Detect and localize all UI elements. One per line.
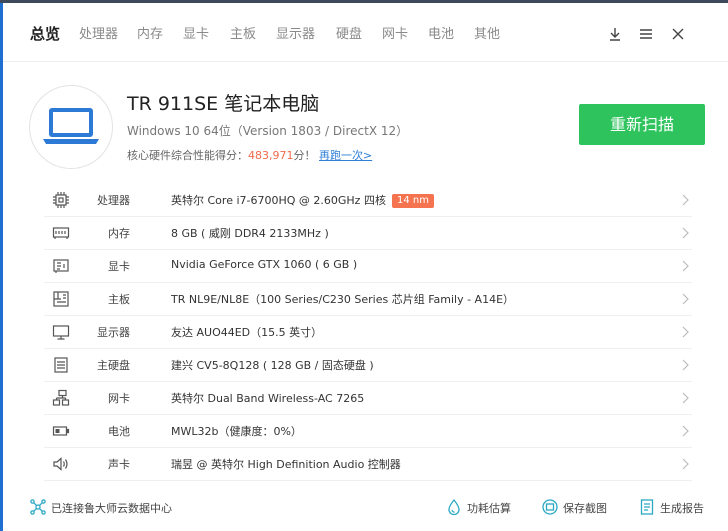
hardware-value: 瑞昱 @ 英特尔 High Definition Audio 控制器 [171,458,401,471]
score-value: 483,971 [248,149,294,162]
laptop-icon [43,108,99,144]
hardware-row-gpu[interactable]: 显卡 Nvidia GeForce GTX 1060 ( 6 GB ) [44,250,692,283]
score-prefix: 核心硬件综合性能得分： [127,149,248,162]
device-title: TR 911SE 笔记本电脑 [127,93,320,115]
monitor-icon [52,323,70,341]
tab-monitor[interactable]: 显示器 [276,25,315,45]
chevron-right-icon [682,260,689,272]
network-icon [52,389,70,407]
battery-icon [52,422,70,440]
hardware-row-battery[interactable]: 电池 MWL32b（健康度：0%） [44,415,692,448]
laptop-avatar [29,85,113,169]
tab-other[interactable]: 其他 [474,25,500,45]
chevron-right-icon [682,227,689,239]
hardware-value: 8 GB ( 威刚 DDR4 2133MHz ) [171,227,329,240]
water-drop-icon [448,498,460,516]
motherboard-icon [52,290,70,308]
hardware-value: 英特尔 Core i7-6700HQ @ 2.60GHz 四核 14 nm [171,192,434,208]
tab-motherboard[interactable]: 主板 [230,25,256,45]
gpu-icon [52,257,70,275]
chevron-right-icon [682,458,689,470]
hardware-row-monitor[interactable]: 显示器 友达 AUO44ED（15.5 英寸） [44,316,692,349]
cpu-value: 英特尔 Core i7-6700HQ @ 2.60GHz 四核 [171,194,386,207]
generate-report-label: 生成报告 [660,502,704,515]
hardware-label: 处理器 [97,194,130,207]
tab-overview[interactable]: 总览 [30,24,60,44]
score-line: 核心硬件综合性能得分：483,971分！ 再跑一次> [127,147,372,163]
hardware-value: TR NL9E/NL8E（100 Series/C230 Series 芯片组 … [171,293,515,306]
tab-cpu[interactable]: 处理器 [79,25,118,45]
tab-network[interactable]: 网卡 [382,25,408,45]
close-icon[interactable] [669,25,687,43]
retest-link[interactable]: 再跑一次> [319,149,372,162]
chevron-right-icon [682,359,689,371]
chevron-right-icon [682,194,689,206]
chevron-right-icon [682,293,689,305]
hardware-list: 处理器 英特尔 Core i7-6700HQ @ 2.60GHz 四核 14 nm… [44,184,692,481]
hardware-row-cpu[interactable]: 处理器 英特尔 Core i7-6700HQ @ 2.60GHz 四核 14 nm [44,184,692,217]
chevron-right-icon [682,392,689,404]
app-window: 总览 处理器 内存 显卡 主板 显示器 硬盘 网卡 电池 其他 TR 911SE… [3,3,728,531]
generate-report-button[interactable]: 生成报告 [638,497,718,517]
speaker-icon [52,455,70,473]
os-info: Windows 10 64位（Version 1803 / DirectX 12… [127,124,409,138]
screenshot-icon [542,499,558,515]
tab-gpu[interactable]: 显卡 [183,25,209,45]
tab-harddisk[interactable]: 硬盘 [336,25,362,45]
hardware-label: 内存 [108,227,130,240]
cloud-status-label: 已连接鲁大师云数据中心 [51,502,172,515]
cloud-status[interactable]: 已连接鲁大师云数据中心 [29,497,199,517]
hardware-label: 声卡 [108,458,130,471]
hardware-row-motherboard[interactable]: 主板 TR NL9E/NL8E（100 Series/C230 Series 芯… [44,283,692,316]
download-icon[interactable] [606,25,624,43]
hardware-row-memory[interactable]: 内存 8 GB ( 威刚 DDR4 2133MHz ) [44,217,692,250]
hardware-row-harddisk[interactable]: 主硬盘 建兴 CV5-8Q128 ( 128 GB / 固态硬盘 ) [44,349,692,382]
hardware-label: 网卡 [108,392,130,405]
hardware-value: MWL32b（健康度：0%） [171,425,302,438]
rescan-button[interactable]: 重新扫描 [579,104,705,145]
footer-bar: 已连接鲁大师云数据中心 功耗估算 保存截图 生成报告 [3,483,728,531]
hardware-label: 主硬盘 [97,359,130,372]
save-screenshot-button[interactable]: 保存截图 [541,497,621,517]
tab-battery[interactable]: 电池 [428,25,454,45]
hardware-label: 电池 [108,425,130,438]
menu-icon[interactable] [637,25,655,43]
hardware-value: Nvidia GeForce GTX 1060 ( 6 GB ) [171,258,358,271]
chevron-right-icon [682,326,689,338]
hardware-label: 主板 [108,293,130,306]
report-icon [640,499,654,515]
hardware-value: 英特尔 Dual Band Wireless-AC 7265 [171,392,365,405]
hardware-label: 显卡 [108,260,130,273]
cloud-link-icon [30,499,46,515]
process-badge: 14 nm [391,194,434,208]
harddisk-icon [52,356,70,374]
hardware-label: 显示器 [97,326,130,339]
hardware-value: 建兴 CV5-8Q128 ( 128 GB / 固态硬盘 ) [171,359,374,372]
hardware-value: 友达 AUO44ED（15.5 英寸） [171,326,323,339]
power-estimate-button[interactable]: 功耗估算 [445,497,525,517]
chevron-right-icon [682,425,689,437]
hardware-row-network[interactable]: 网卡 英特尔 Dual Band Wireless-AC 7265 [44,382,692,415]
score-suffix: 分！ [293,149,316,162]
power-estimate-label: 功耗估算 [467,502,511,515]
hardware-row-sound[interactable]: 声卡 瑞昱 @ 英特尔 High Definition Audio 控制器 [44,448,692,481]
cpu-icon [52,191,70,209]
tab-memory[interactable]: 内存 [137,25,163,45]
memory-icon [52,224,70,242]
save-screenshot-label: 保存截图 [563,502,607,515]
top-nav: 总览 处理器 内存 显卡 主板 显示器 硬盘 网卡 电池 其他 [3,3,728,62]
